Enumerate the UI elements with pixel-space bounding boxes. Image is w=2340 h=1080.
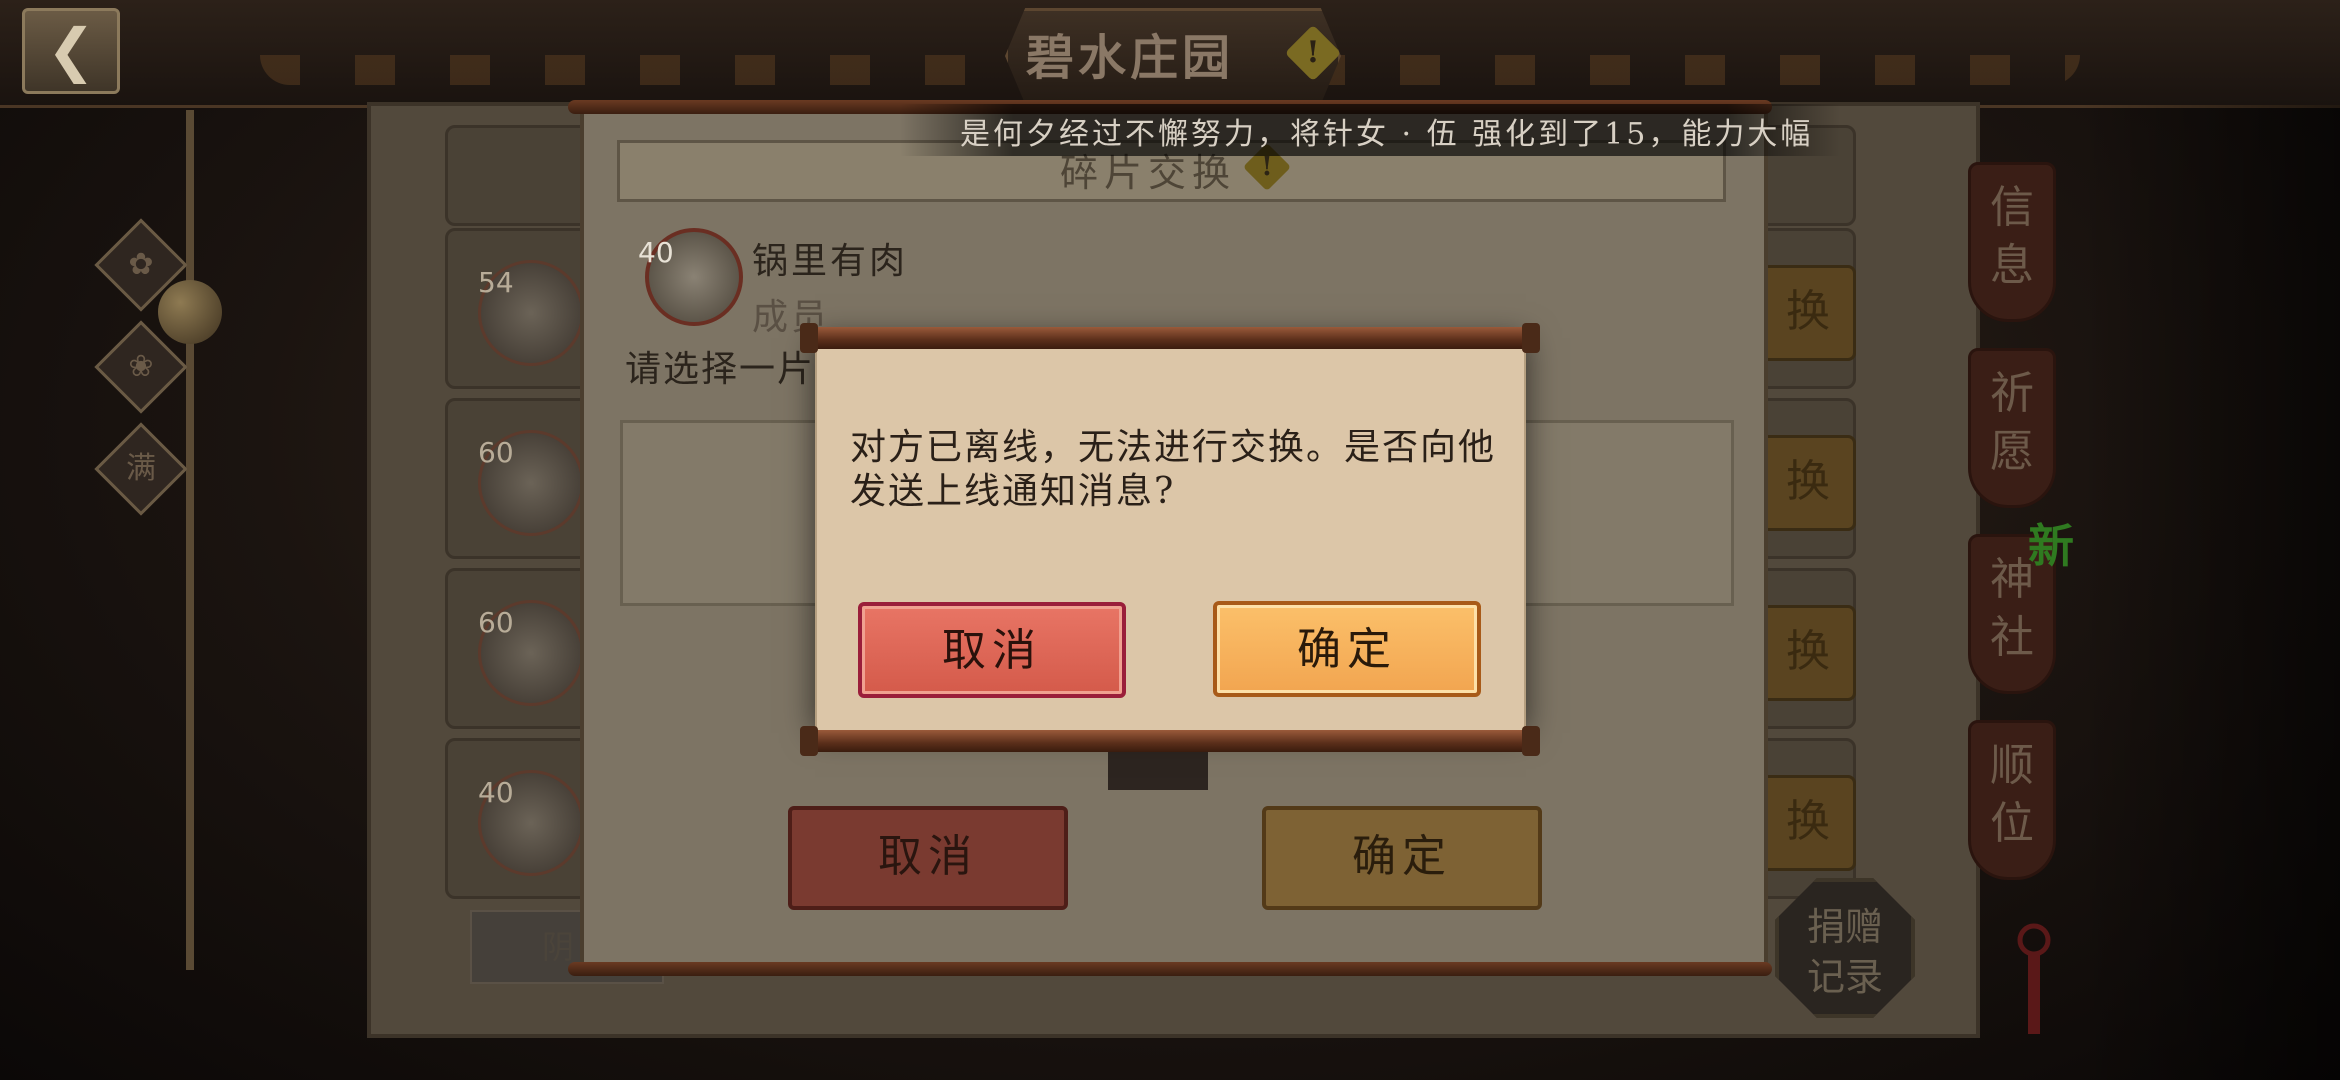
rope-tassel-icon bbox=[2017, 923, 2051, 1034]
dialog-confirm-button[interactable]: 确定 bbox=[1213, 601, 1481, 697]
exchange-button[interactable]: 换 bbox=[1760, 435, 1856, 531]
exchange-button[interactable]: 换 bbox=[1760, 775, 1856, 871]
donate-record-button[interactable]: 捐赠 记录 bbox=[1775, 878, 1915, 1018]
rod-knob bbox=[1522, 323, 1540, 353]
dialog-rod-top bbox=[800, 327, 1540, 349]
right-vignette bbox=[2080, 105, 2340, 1080]
exchange-button[interactable]: 换 bbox=[1760, 265, 1856, 361]
left-rail bbox=[186, 110, 194, 970]
level-label: 40 bbox=[478, 776, 514, 809]
page-title: 碧水庄园 bbox=[1025, 30, 1234, 86]
select-prompt: 请选择一片 bbox=[625, 349, 816, 390]
level-label: 60 bbox=[478, 436, 514, 469]
level-label: 60 bbox=[478, 606, 514, 639]
back-button[interactable]: ❮ bbox=[22, 8, 120, 94]
scroll-rod-bottom bbox=[568, 962, 1772, 976]
rod-knob bbox=[1522, 726, 1540, 756]
tab-wish[interactable]: 祈 愿 bbox=[1968, 348, 2056, 508]
rod-knob bbox=[800, 323, 818, 353]
exchange-button[interactable]: 换 bbox=[1760, 605, 1856, 701]
rod-knob bbox=[800, 726, 818, 756]
back-arrow-icon: ❮ bbox=[46, 16, 96, 84]
marquee-announcement: 是何夕经过不懈努力，将针女 · 伍 强化到了15，能力大幅 bbox=[960, 117, 1810, 152]
panel-confirm-button[interactable]: 确定 bbox=[1262, 806, 1542, 910]
dialog-rod-bottom bbox=[800, 730, 1540, 752]
dialog-message: 对方已离线，无法进行交换。是否向他发送上线通知消息? bbox=[850, 427, 1497, 512]
dialog-cancel-button[interactable]: 取消 bbox=[858, 602, 1126, 698]
tab-info[interactable]: 信 息 bbox=[1968, 162, 2056, 322]
panel-cancel-button[interactable]: 取消 bbox=[788, 806, 1068, 910]
new-badge: 新 bbox=[2028, 519, 2074, 573]
level-label: 54 bbox=[478, 266, 514, 299]
info-alert-icon[interactable]: ! bbox=[1284, 24, 1342, 82]
tab-ranking[interactable]: 顺 位 bbox=[1968, 720, 2056, 880]
user-level: 40 bbox=[638, 236, 674, 269]
user-name: 锅里有肉 bbox=[752, 241, 909, 282]
